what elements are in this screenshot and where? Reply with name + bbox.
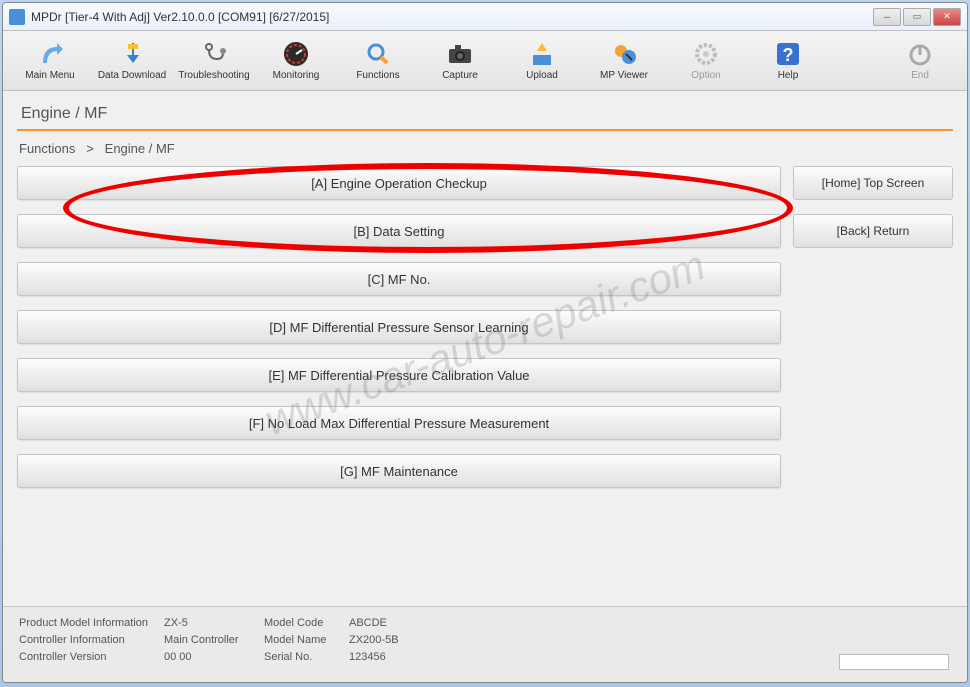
home-button[interactable]: [Home] Top Screen <box>793 166 953 200</box>
side-buttons: [Home] Top Screen [Back] Return <box>793 166 953 488</box>
titlebar: MPDr [Tier-4 With Adj] Ver2.10.0.0 [COM9… <box>3 3 967 31</box>
content-area: Engine / MF Functions > Engine / MF [A] … <box>3 91 967 496</box>
status-row-2: Controller Information Main Controller M… <box>19 634 951 646</box>
download-icon <box>118 40 146 68</box>
viewer-icon <box>610 40 638 68</box>
functions-button[interactable]: Functions <box>339 34 417 88</box>
minimize-button[interactable]: ─ <box>873 8 901 26</box>
camera-icon <box>446 40 474 68</box>
back-button[interactable]: [Back] Return <box>793 214 953 248</box>
maximize-button[interactable]: ▭ <box>903 8 931 26</box>
model-name-value: ZX200-5B <box>349 634 439 646</box>
stethoscope-icon <box>200 40 228 68</box>
serial-no-label: Serial No. <box>264 651 349 663</box>
product-model-label: Product Model Information <box>19 617 164 629</box>
serial-no-value: 123456 <box>349 651 439 663</box>
progress-bar <box>839 654 949 670</box>
home-icon <box>36 40 64 68</box>
model-code-label: Model Code <box>264 617 349 629</box>
model-code-value: ABCDE <box>349 617 439 629</box>
status-row-3: Controller Version 00 00 Serial No. 1234… <box>19 651 951 663</box>
help-icon: ? <box>774 40 802 68</box>
option-button[interactable]: Option <box>667 34 745 88</box>
app-icon <box>9 9 25 25</box>
main-menu-button[interactable]: Main Menu <box>11 34 89 88</box>
func-d-button[interactable]: [D] MF Differential Pressure Sensor Lear… <box>17 310 781 344</box>
close-button[interactable]: ✕ <box>933 8 961 26</box>
controller-version-label: Controller Version <box>19 651 164 663</box>
upload-button[interactable]: Upload <box>503 34 581 88</box>
page-title: Engine / MF <box>17 99 953 131</box>
gauge-icon <box>282 40 310 68</box>
gear-icon <box>692 40 720 68</box>
svg-text:?: ? <box>783 45 794 65</box>
main-area: [A] Engine Operation Checkup [B] Data Se… <box>17 166 953 488</box>
func-g-button[interactable]: [G] MF Maintenance <box>17 454 781 488</box>
breadcrumb-current: Engine / MF <box>105 141 175 156</box>
help-button[interactable]: ? Help <box>749 34 827 88</box>
data-download-button[interactable]: Data Download <box>93 34 171 88</box>
product-model-value: ZX-5 <box>164 617 264 629</box>
breadcrumb: Functions > Engine / MF <box>17 137 953 166</box>
func-c-button[interactable]: [C] MF No. <box>17 262 781 296</box>
toolbar: Main Menu Data Download Troubleshooting … <box>3 31 967 91</box>
controller-info-value: Main Controller <box>164 634 264 646</box>
status-row-1: Product Model Information ZX-5 Model Cod… <box>19 617 951 629</box>
monitoring-button[interactable]: Monitoring <box>257 34 335 88</box>
controller-info-label: Controller Information <box>19 634 164 646</box>
breadcrumb-sep: > <box>86 141 94 156</box>
troubleshooting-button[interactable]: Troubleshooting <box>175 34 253 88</box>
mp-viewer-button[interactable]: MP Viewer <box>585 34 663 88</box>
func-b-button[interactable]: [B] Data Setting <box>17 214 781 248</box>
func-e-button[interactable]: [E] MF Differential Pressure Calibration… <box>17 358 781 392</box>
magnifier-icon <box>364 40 392 68</box>
func-a-button[interactable]: [A] Engine Operation Checkup <box>17 166 781 200</box>
upload-icon <box>528 40 556 68</box>
controller-version-value: 00 00 <box>164 651 264 663</box>
app-window: MPDr [Tier-4 With Adj] Ver2.10.0.0 [COM9… <box>2 2 968 683</box>
power-icon <box>906 40 934 68</box>
capture-button[interactable]: Capture <box>421 34 499 88</box>
window-controls: ─ ▭ ✕ <box>873 8 961 26</box>
breadcrumb-root[interactable]: Functions <box>19 141 75 156</box>
end-button[interactable]: End <box>881 34 959 88</box>
window-title: MPDr [Tier-4 With Adj] Ver2.10.0.0 [COM9… <box>31 10 873 24</box>
function-list: [A] Engine Operation Checkup [B] Data Se… <box>17 166 781 488</box>
model-name-label: Model Name <box>264 634 349 646</box>
func-f-button[interactable]: [F] No Load Max Differential Pressure Me… <box>17 406 781 440</box>
status-bar: Product Model Information ZX-5 Model Cod… <box>3 606 967 682</box>
